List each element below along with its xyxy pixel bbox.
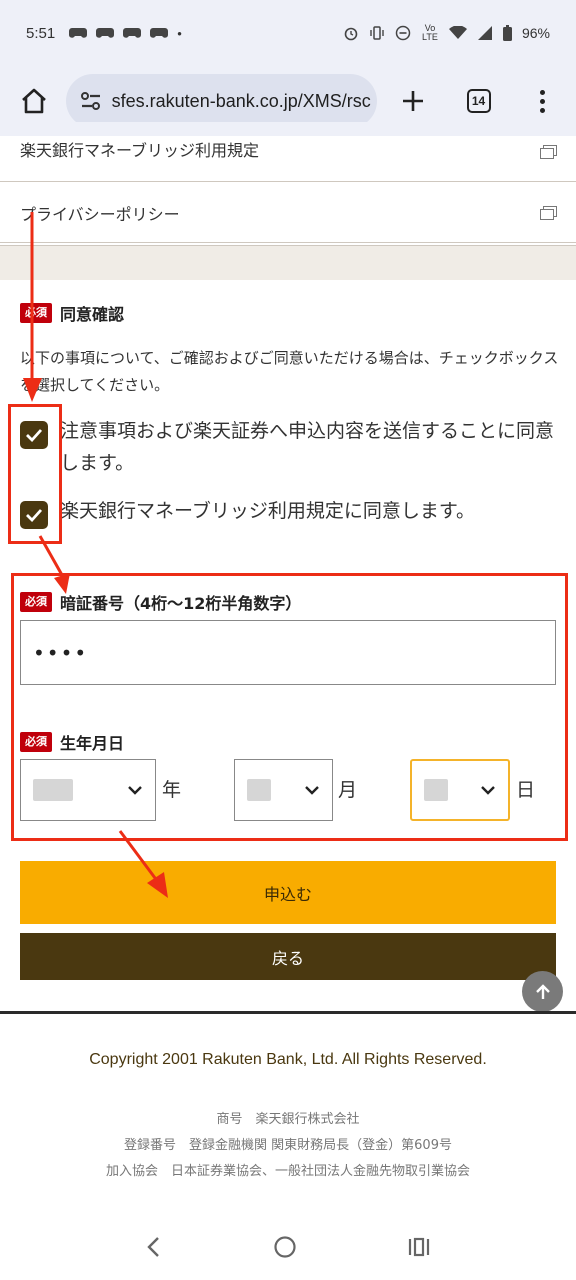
game-controller-icon [69,28,88,38]
footer-divider [0,1011,576,1014]
blurred-value [247,779,271,801]
new-tab-button[interactable] [393,81,433,121]
policy-link-label: 楽天銀行マネーブリッジ利用規定 [20,140,260,160]
birth-day-select[interactable] [410,759,510,821]
system-icons: Vo LTE 96% [343,24,550,42]
policy-link-privacy[interactable]: プライバシーポリシー [0,183,576,243]
wifi-icon [448,26,467,39]
arrow-up-icon [535,983,550,999]
external-link-icon [540,145,557,159]
policy-link-label: プライバシーポリシー [20,204,180,224]
day-unit: 日 [516,779,536,801]
network-type: Vo LTE [422,23,438,42]
chevron-down-icon [305,786,319,795]
consent-section-header: 必須 同意確認 [20,301,124,325]
apply-button[interactable]: 申込む [20,861,556,924]
chevron-down-icon [481,786,495,795]
system-nav-bar [0,1218,576,1280]
annotation-arrow [38,535,64,576]
copyright: Copyright 2001 Rakuten Bank, Ltd. All Ri… [89,1051,487,1068]
recents-nav-button[interactable] [407,1237,431,1261]
url-text: sfes.rakuten-bank.co.jp/XMS/rsc [111,90,371,111]
menu-dot-icon [539,107,545,113]
birth-month-select[interactable] [234,759,333,821]
status-time: 5:51 [26,24,56,42]
chevron-left-icon [147,1237,159,1257]
more-dot-icon: • [177,25,182,41]
game-controller-icon [96,28,115,38]
back-button[interactable]: 戻る [20,933,556,980]
alarm-icon [344,27,358,41]
consent-checkbox-terms[interactable] [20,421,48,449]
consent-check-row[interactable]: 楽天銀行マネーブリッジ利用規定に同意します。 [20,495,560,529]
signal-icon [477,26,492,40]
circle-home-icon [274,1236,296,1258]
birth-year-select[interactable] [20,759,156,821]
month-unit: 月 [338,779,358,801]
footer-registration: 登録番号 登録金融機関 関東財務局長（登金）第609号 [124,1138,452,1153]
menu-dot-icon [539,98,545,104]
battery-icon [502,25,512,41]
recents-icon [408,1237,430,1257]
required-badge: 必須 [20,303,52,323]
battery-level: 96% [521,25,550,41]
external-link-icon [540,206,557,220]
footer-associations: 加入協会 日本証券業協会、一般社団法人金融先物取引業協会 [105,1164,470,1179]
vibrate-icon [370,26,384,40]
scroll-to-top-button[interactable] [522,971,563,1012]
consent-check-label: 楽天銀行マネーブリッジ利用規定に同意します。 [60,500,475,522]
birthdate-title: 生年月日 [60,734,125,753]
checkmark-icon [26,429,43,442]
pin-title: 暗証番号（4桁〜12桁半角数字） [60,594,302,613]
required-badge: 必須 [20,732,52,752]
blurred-value [33,779,73,801]
chevron-down-icon [128,786,142,795]
game-controller-icon [123,28,142,38]
menu-dot-icon [539,89,545,95]
pin-input[interactable]: •••• [20,620,556,685]
pin-section-header: 必須 暗証番号（4桁〜12桁半角数字） [20,590,301,614]
footer-company-name: 商号 楽天銀行株式会社 [216,1112,360,1127]
plus-icon [402,91,423,111]
blurred-value [424,779,448,801]
address-bar[interactable]: sfes.rakuten-bank.co.jp/XMS/rsc [65,74,378,128]
back-nav-button[interactable] [145,1235,163,1263]
site-settings-icon[interactable] [80,91,102,111]
notification-icons: • [69,26,182,41]
game-controller-icon [150,28,169,38]
home-nav-button[interactable] [273,1235,297,1263]
consent-title: 同意確認 [60,305,125,324]
checkmark-icon [26,509,43,522]
required-badge: 必須 [20,592,52,612]
birthdate-section-header: 必須 生年月日 [20,730,124,754]
consent-checkbox-money-bridge[interactable] [20,501,48,529]
status-bar: 5:51 • Vo LTE 96% [0,0,576,66]
section-divider [0,245,576,280]
home-button[interactable] [14,81,54,121]
tab-switcher-button[interactable]: 14 [459,81,499,121]
tab-count: 14 [466,89,491,113]
do-not-disturb-icon [395,25,411,41]
year-unit: 年 [162,779,182,801]
more-options-button[interactable] [522,81,562,121]
consent-check-row[interactable]: 注意事項および楽天証券へ申込内容を送信することに同意します。 [20,415,560,479]
home-icon [21,88,46,114]
consent-check-label: 注意事項および楽天証券へ申込内容を送信することに同意します。 [60,420,555,474]
consent-instruction: 以下の事項について、ご確認およびご同意いただける場合は、チェックボックスを選択し… [20,349,559,394]
